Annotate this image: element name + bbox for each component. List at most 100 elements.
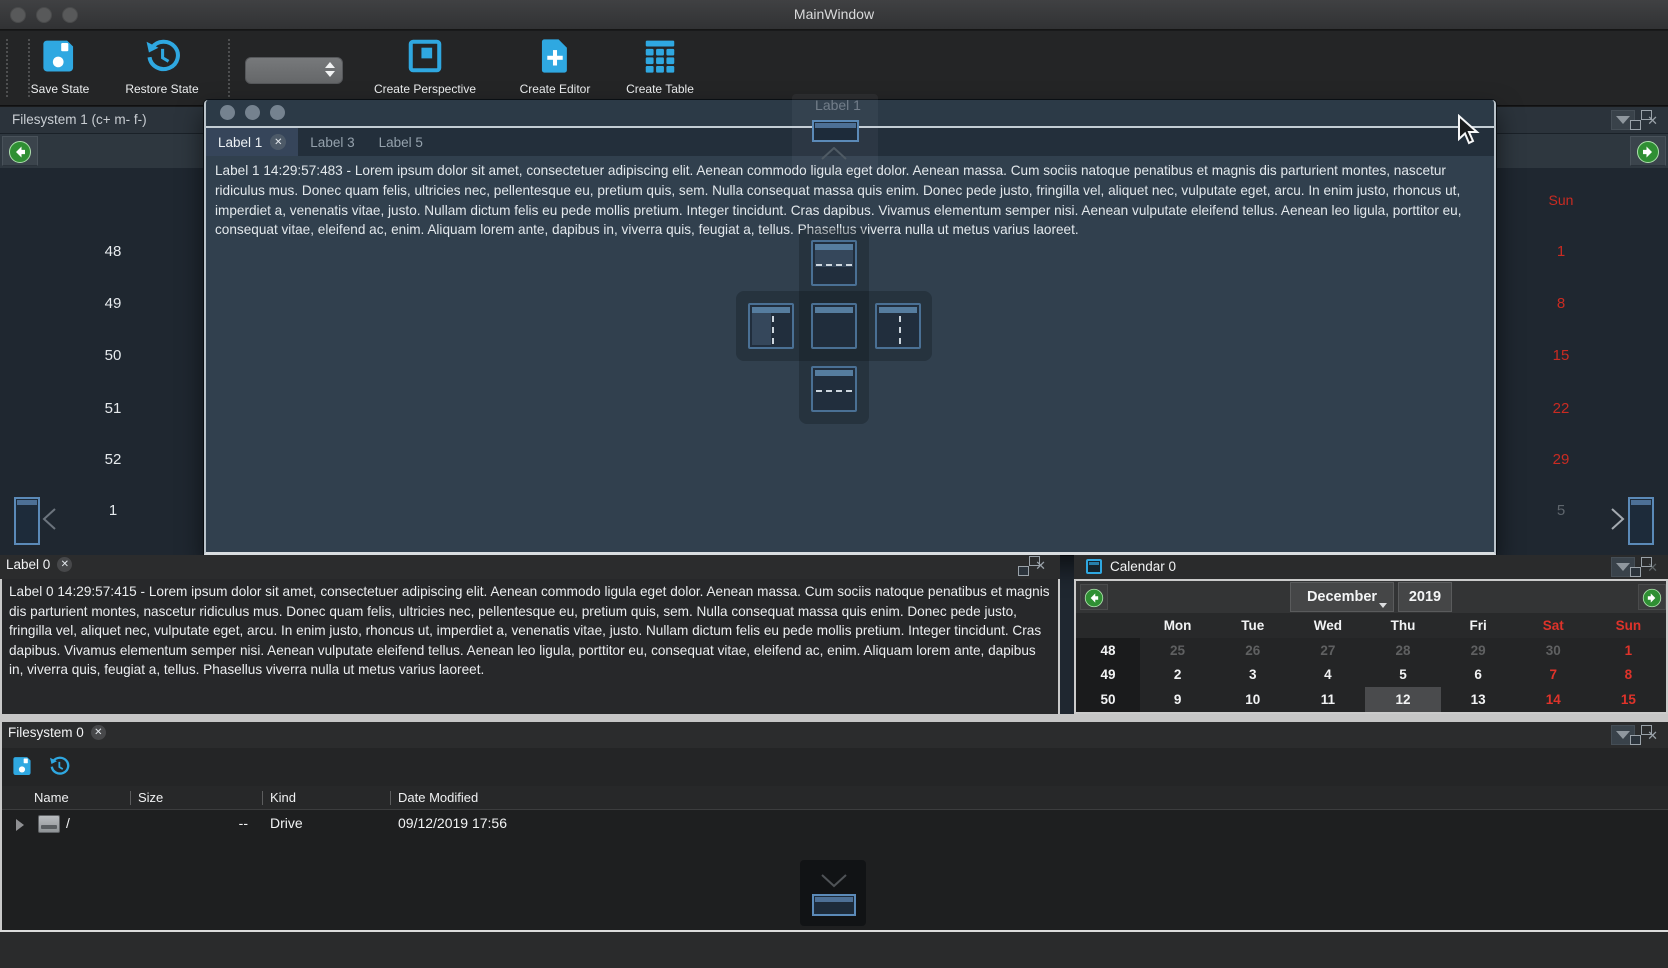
day-cell[interactable]: 26 [1215,638,1290,663]
chevron-down-icon [1616,116,1630,124]
create-editor-button[interactable]: Create Editor [495,37,615,96]
create-perspective-label: Create Perspective [365,82,485,96]
next-month-button[interactable] [1638,584,1666,610]
restore-icon-button[interactable] [48,755,70,782]
filesystem0-column-headers: Name Size Kind Date Modified [2,786,1668,810]
next-month-button[interactable] [1630,136,1666,166]
big-calendar-day[interactable]: 29 [1531,451,1591,468]
day-cell[interactable]: 11 [1290,687,1365,712]
day-cell[interactable]: 14 [1516,687,1591,712]
tab-filesystem0[interactable]: Filesystem 0 ✕ [8,725,106,740]
green-left-arrow-icon [8,140,32,164]
big-calendar-day[interactable]: 22 [1531,400,1591,417]
expand-triangle-icon[interactable] [16,819,24,831]
restore-state-button[interactable]: Restore State [102,37,222,96]
selected-day-cell[interactable]: 12 [1365,687,1440,712]
table-row[interactable]: / -- Drive 09/12/2019 17:56 [2,811,1668,839]
drop-split-left-icon[interactable] [748,303,794,349]
split-dash-line [816,264,852,266]
drop-split-top-icon[interactable] [811,240,857,286]
day-cell[interactable]: 7 [1516,663,1591,688]
zoom-traffic-light[interactable] [270,105,285,120]
prev-month-button[interactable] [1080,584,1108,610]
cell-date-modified: 09/12/2019 17:56 [398,815,507,831]
drop-top-edge-icon[interactable] [812,120,859,142]
dock-panel-label0: Label 0 ✕ ✕ Label 0 14:29:57:415 - Lorem… [0,555,1060,714]
day-cell[interactable]: 25 [1140,638,1215,663]
drop-split-right-icon[interactable] [875,303,921,349]
column-header-date[interactable]: Date Modified [398,790,478,805]
drop-right-edge-icon[interactable] [1628,497,1654,545]
close-icon[interactable]: ✕ [91,725,106,740]
create-perspective-button[interactable]: Create Perspective [365,37,485,96]
tab-label5[interactable]: Label 5 [367,128,435,156]
chevron-down-icon [1616,563,1630,571]
restore-state-label: Restore State [102,82,222,96]
calendar0-grid: Mon Tue Wed Thu Fri Sat Sun 48 25 26 27 … [1076,613,1666,712]
label0-text: Label 0 14:29:57:415 - Lorem ipsum dolor… [9,582,1051,680]
day-cell[interactable]: 27 [1290,638,1365,663]
minimize-traffic-light[interactable] [245,105,260,120]
perspective-combo[interactable] [245,57,343,84]
table-grid-icon [641,37,679,77]
filesystem0-header: Filesystem 0 ✕ ✕ [2,722,1668,748]
save-icon-button[interactable] [12,755,34,782]
day-cell[interactable]: 8 [1591,663,1666,688]
column-header-name[interactable]: Name [34,790,69,805]
calendar0-header[interactable]: Calendar 0 ✕ [1074,555,1668,579]
save-icon [41,37,79,77]
new-file-icon [536,37,574,77]
week-col-header [1076,613,1140,638]
tab-label1[interactable]: Label 1 ✕ [206,128,298,156]
big-calendar-sun-header: Sun [1531,192,1591,208]
day-cell[interactable]: 6 [1441,663,1516,688]
week-number: 48 [83,243,143,260]
tab-label0-text: Label 0 [6,557,50,572]
big-calendar-day[interactable]: 5 [1531,502,1591,519]
day-cell[interactable]: 4 [1290,663,1365,688]
drop-left-edge-icon[interactable] [14,497,40,545]
day-cell[interactable]: 2 [1140,663,1215,688]
week-number: 51 [83,400,143,417]
day-cell[interactable]: 1 [1591,638,1666,663]
horizontal-splitter[interactable] [0,714,1668,722]
close-icon[interactable]: ✕ [57,557,72,572]
close-traffic-light[interactable] [220,105,235,120]
calendar-icon [1086,559,1102,574]
big-calendar-day[interactable]: 15 [1531,347,1591,364]
tab-label3[interactable]: Label 3 [298,128,366,156]
column-separator[interactable] [262,791,263,805]
drop-bottom-edge-icon[interactable] [812,894,856,916]
drop-center-tab-icon[interactable] [811,303,857,349]
big-calendar-day[interactable]: 1 [1531,243,1591,260]
day-cell[interactable]: 28 [1365,638,1440,663]
label0-header-buttons: ✕ [1029,559,1046,572]
big-calendar-day[interactable]: 8 [1531,295,1591,312]
day-cell[interactable]: 9 [1140,687,1215,712]
drop-split-bottom-icon[interactable] [811,366,857,412]
prev-month-button[interactable] [2,136,38,166]
day-cell[interactable]: 29 [1441,638,1516,663]
green-right-arrow-icon [1636,140,1660,164]
filesystem0-toolbar [2,748,1668,786]
tab-label0[interactable]: Label 0 ✕ [6,557,72,572]
year-spinbox[interactable]: 2019 [1398,582,1452,612]
day-header: Thu [1365,613,1440,638]
mouse-cursor [1456,114,1480,146]
triangle-right-icon [1610,508,1625,531]
column-header-kind[interactable]: Kind [270,790,296,805]
day-cell[interactable]: 13 [1441,687,1516,712]
tab-label3-text: Label 3 [310,135,354,150]
column-header-size[interactable]: Size [138,790,163,805]
day-cell[interactable]: 10 [1215,687,1290,712]
day-cell[interactable]: 30 [1516,638,1591,663]
column-separator[interactable] [390,791,391,805]
close-icon[interactable]: ✕ [270,134,286,150]
day-cell[interactable]: 5 [1365,663,1440,688]
column-separator[interactable] [130,791,131,805]
month-dropdown[interactable]: December [1290,582,1394,612]
day-cell[interactable]: 3 [1215,663,1290,688]
create-table-button[interactable]: Create Table [600,37,720,96]
day-cell[interactable]: 15 [1591,687,1666,712]
calendar0-navbar: December 2019 [1076,581,1666,613]
